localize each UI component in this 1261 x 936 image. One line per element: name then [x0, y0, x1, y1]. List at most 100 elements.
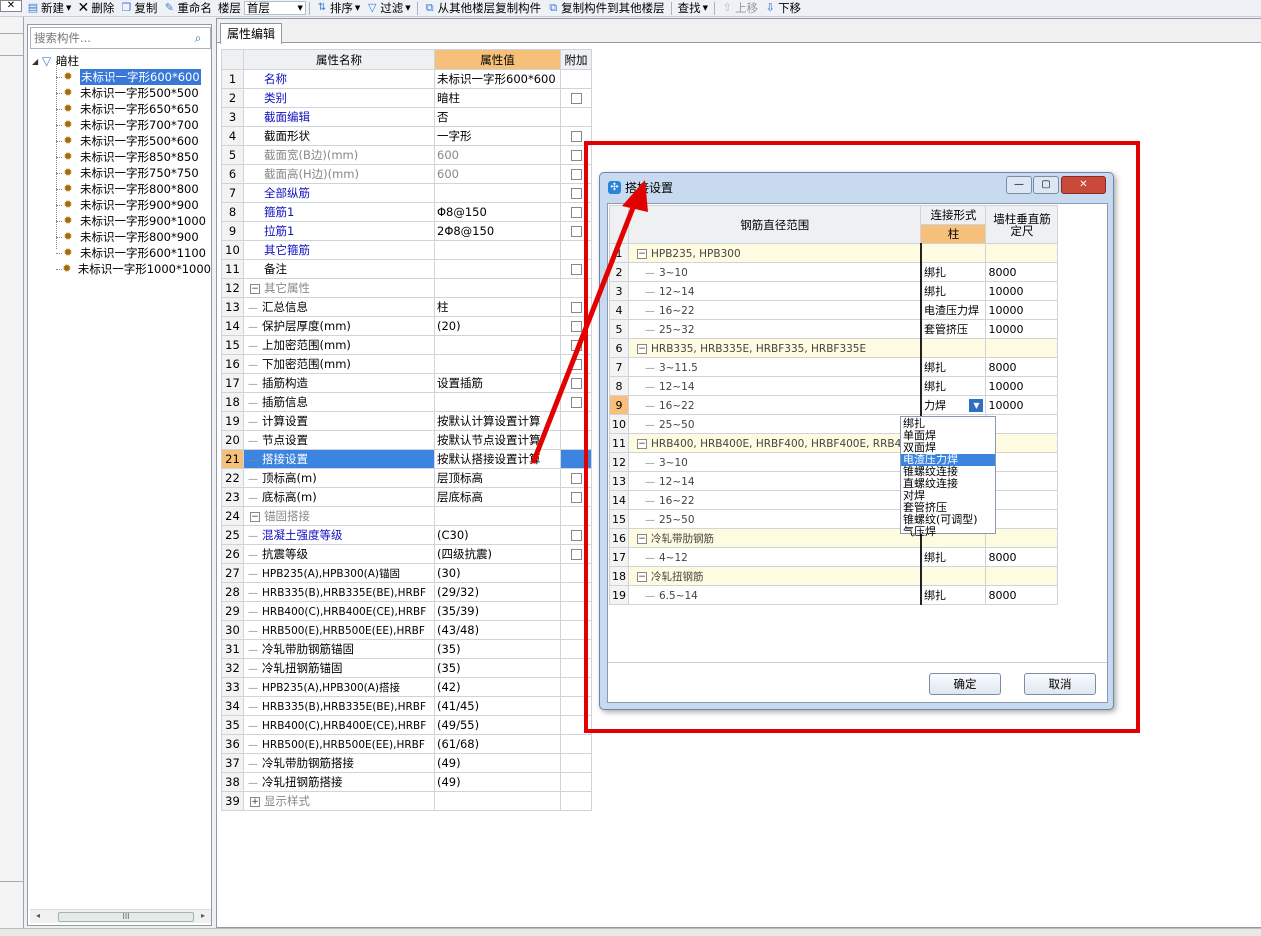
wall-length-cell[interactable]: 8000 [985, 547, 1059, 567]
wall-length-cell[interactable] [985, 509, 1059, 529]
property-row[interactable]: 5 截面宽(B边)(mm) 600 [221, 145, 592, 165]
rename-button[interactable]: ✎ 重命名 [160, 0, 215, 16]
property-value-cell[interactable]: 层顶标高 [434, 468, 561, 488]
splice-row[interactable]: 4 — 16~22 电渣压力焊 10000 [609, 300, 1059, 320]
extra-checkbox[interactable] [570, 150, 582, 161]
wall-length-cell[interactable]: 10000 [985, 300, 1059, 320]
property-row[interactable]: 20 — 节点设置 按默认节点设置计算 [221, 430, 592, 450]
property-value-cell[interactable]: (35/39) [434, 601, 561, 621]
connection-type-cell[interactable]: 绑扎 [919, 585, 987, 605]
connection-type-cell[interactable]: 绑扎 [919, 357, 987, 377]
collapse-icon[interactable]: − [637, 533, 647, 544]
property-value-cell[interactable]: 600 [434, 164, 561, 184]
property-row[interactable]: 33 — HPB235(A),HPB300(A)搭接 (42) [221, 677, 592, 697]
tree-root-anzhu[interactable]: ◢ ▽ 暗柱 [28, 53, 211, 69]
property-row[interactable]: 16 — 下加密范围(mm) [221, 354, 592, 374]
extra-checkbox[interactable] [570, 359, 582, 370]
search-input[interactable] [31, 29, 189, 47]
tab-property-edit[interactable]: 属性编辑 [220, 23, 283, 44]
splice-group-row[interactable]: 1− HPB235, HPB300 [609, 243, 1059, 263]
scroll-left-icon[interactable]: ◂ [36, 911, 40, 920]
extra-checkbox[interactable] [570, 492, 582, 503]
tree-item[interactable]: ✹ 未标识一字形700*700 [28, 117, 211, 133]
connection-type-cell[interactable] [919, 566, 987, 586]
property-value-cell[interactable]: (C30) [434, 525, 561, 545]
property-row[interactable]: 13 — 汇总信息 柱 [221, 297, 592, 317]
connection-type-cell[interactable]: 绑扎 [919, 547, 987, 567]
sort-button[interactable]: ⇅ 排序 ▼ [313, 0, 363, 16]
collapse-icon[interactable]: − [637, 438, 647, 449]
collapse-icon[interactable]: − [250, 511, 260, 522]
close-icon[interactable]: ✕ [0, 0, 22, 12]
property-value-cell[interactable] [434, 183, 561, 203]
delete-button[interactable]: ✕ 删除 [74, 0, 117, 16]
property-row[interactable]: 24− 锚固搭接 [221, 506, 592, 526]
wall-length-cell[interactable]: 10000 [985, 395, 1059, 415]
splice-group-row[interactable]: 18− 冷轧扭钢筋 [609, 566, 1059, 586]
extra-checkbox[interactable] [570, 131, 582, 142]
maximize-button[interactable]: ▢ [1033, 176, 1059, 194]
wall-length-cell[interactable] [985, 414, 1059, 434]
connection-type-cell[interactable]: 绑扎 [919, 281, 987, 301]
move-down-button[interactable]: ⇩ 下移 [761, 0, 804, 16]
property-value-cell[interactable] [434, 506, 561, 526]
horizontal-scrollbar[interactable]: ◂ III ▸ [30, 909, 211, 923]
close-button[interactable]: ✕ [1061, 176, 1106, 194]
property-row[interactable]: 37 — 冷轧带肋钢筋搭接 (49) [221, 753, 592, 773]
tree-item[interactable]: ✹ 未标识一字形600*1100 [28, 245, 211, 261]
property-row[interactable]: 6 截面高(H边)(mm) 600 [221, 164, 592, 184]
property-row[interactable]: 28 — HRB335(B),HRB335E(BE),HRBF (29/32) [221, 582, 592, 602]
extra-checkbox[interactable] [570, 340, 582, 351]
property-row[interactable]: 14 — 保护层厚度(mm) (20) [221, 316, 592, 336]
property-row[interactable]: 23 — 底标高(m) 层底标高 [221, 487, 592, 507]
scrollbar-thumb[interactable]: III [58, 912, 194, 922]
tree-item[interactable]: ✹ 未标识一字形600*600 [28, 69, 211, 85]
property-row[interactable]: 26 — 抗震等级 (四级抗震) [221, 544, 592, 564]
search-icon[interactable]: ⌕ [189, 31, 207, 46]
tree-item[interactable]: ✹ 未标识一字形800*800 [28, 181, 211, 197]
dropdown-arrow-icon[interactable]: ▼ [969, 399, 984, 412]
extra-checkbox[interactable] [570, 169, 582, 180]
extra-checkbox[interactable] [570, 378, 582, 389]
extra-checkbox[interactable] [570, 226, 582, 237]
property-value-cell[interactable] [434, 354, 561, 374]
tree-item[interactable]: ✹ 未标识一字形500*500 [28, 85, 211, 101]
wall-length-cell[interactable] [985, 452, 1059, 472]
property-row[interactable]: 18 — 插筋信息 [221, 392, 592, 412]
connection-type-cell[interactable]: 电渣压力焊 [919, 300, 987, 320]
splice-row[interactable]: 17 — 4~12 绑扎 8000 [609, 547, 1059, 567]
tree-item[interactable]: ✹ 未标识一字形1000*1000 [28, 261, 211, 277]
property-row[interactable]: 3 截面编辑 否 [221, 107, 592, 127]
new-button[interactable]: ▤ 新建 ▼ [24, 0, 74, 16]
property-row[interactable]: 17 — 插筋构造 设置插筋 [221, 373, 592, 393]
property-value-cell[interactable] [434, 392, 561, 412]
extra-checkbox[interactable] [570, 321, 582, 332]
tree-item[interactable]: ✹ 未标识一字形900*900 [28, 197, 211, 213]
property-value-cell[interactable]: 未标识一字形600*600 [434, 69, 561, 89]
wall-length-cell[interactable] [985, 338, 1059, 358]
property-row[interactable]: 21 — 搭接设置 按默认搭接设置计算 [221, 449, 592, 469]
collapse-icon[interactable]: − [637, 343, 647, 354]
property-value-cell[interactable]: (35) [434, 639, 561, 659]
minimize-button[interactable]: — [1006, 176, 1032, 194]
splice-row[interactable]: 2 — 3~10 绑扎 8000 [609, 262, 1059, 282]
wall-length-cell[interactable] [985, 566, 1059, 586]
splice-row[interactable]: 9 — 16~22 力焊 ▼ 10000 [609, 395, 1059, 415]
property-value-cell[interactable]: 一字形 [434, 126, 561, 146]
connection-type-cell[interactable]: 套管挤压 [919, 319, 987, 339]
property-value-cell[interactable] [434, 335, 561, 355]
property-value-cell[interactable]: (49/55) [434, 715, 561, 735]
property-value-cell[interactable]: (42) [434, 677, 561, 697]
cancel-button[interactable]: 取消 [1024, 673, 1096, 695]
scroll-right-icon[interactable]: ▸ [201, 911, 205, 920]
tree-item[interactable]: ✹ 未标识一字形850*850 [28, 149, 211, 165]
extra-checkbox[interactable] [570, 188, 582, 199]
property-row[interactable]: 10 其它箍筋 [221, 240, 592, 260]
find-button[interactable]: 查找 ▼ [675, 0, 711, 16]
tree-item[interactable]: ✹ 未标识一字形900*1000 [28, 213, 211, 229]
floor-select[interactable]: 首层 ▼ [243, 1, 306, 15]
wall-length-cell[interactable] [985, 471, 1059, 491]
property-row[interactable]: 27 — HPB235(A),HPB300(A)锚固 (30) [221, 563, 592, 583]
property-row[interactable]: 39 + 显示样式 [221, 791, 592, 811]
extra-checkbox[interactable] [570, 207, 582, 218]
